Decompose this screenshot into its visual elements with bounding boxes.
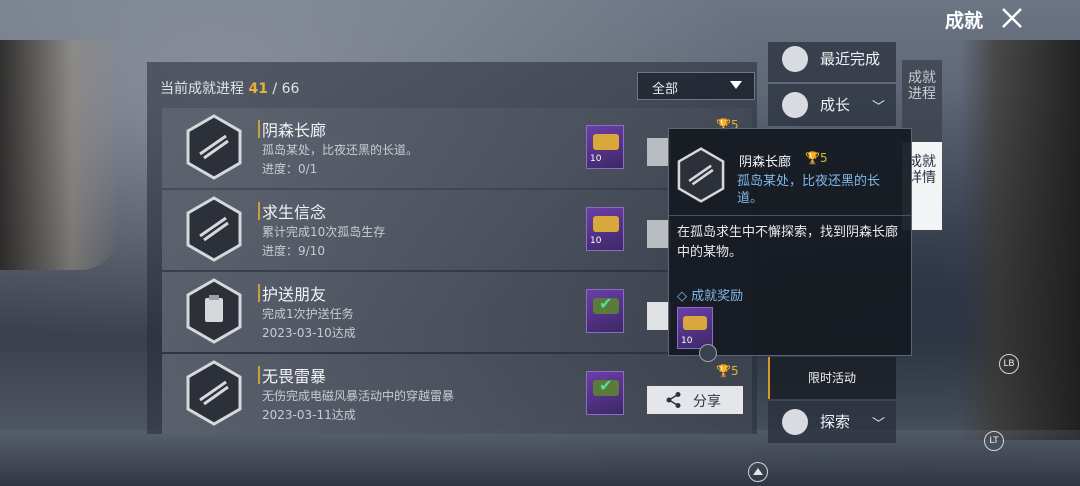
achievement-date: 2023-03-11达成: [262, 408, 356, 422]
lt-button-hint[interactable]: LT: [984, 431, 1004, 451]
trophy-points: 🏆5: [716, 364, 739, 378]
close-icon: [1002, 8, 1022, 28]
achievement-title: 护送朋友: [262, 285, 327, 304]
share-button[interactable]: 分享: [647, 386, 743, 414]
scroll-down-button[interactable]: [699, 344, 717, 362]
chevron-down-icon: ﹀: [872, 417, 886, 432]
achievement-desc: 无伤完成电磁风暴活动中的穿越雷暴: [262, 389, 455, 403]
check-icon: ✔: [599, 294, 613, 313]
category-growth[interactable]: 成长 ﹀: [768, 84, 896, 126]
title-accent: [258, 284, 260, 302]
compass-icon: [782, 409, 808, 435]
achievement-row[interactable]: 无畏雷暴 无伤完成电磁风暴活动中的穿越雷暴 2023-03-11达成 ✔ 🏆5 …: [162, 354, 752, 434]
tooltip-reward-label: ◇ 成就奖励: [677, 289, 744, 304]
achievement-title: 求生信念: [262, 203, 327, 222]
achievement-desc: 孤岛某处，比夜还黑的长道。: [262, 143, 419, 157]
achievement-tooltip: 阴森长廊 🏆5 孤岛某处，比夜还黑的长道。 在孤岛求生中不懈探索，找到阴森长廊中…: [668, 128, 912, 356]
category-explore[interactable]: 探索 ﹀: [768, 401, 896, 443]
tooltip-title: 阴森长廊: [739, 155, 792, 170]
triangle-up-icon: [753, 468, 763, 475]
achievement-row[interactable]: 阴森长廊 孤岛某处，比夜还黑的长道。 进度：0/1 10 🏆5: [162, 108, 752, 188]
achievement-progress-text: 进度：0/1: [262, 162, 318, 176]
achievement-desc: 完成1次护送任务: [262, 307, 354, 321]
reward-item-claimed[interactable]: ✔: [586, 289, 624, 333]
trophy-points: 🏆5: [805, 151, 828, 165]
chest-icon: [593, 134, 619, 150]
close-button[interactable]: [1000, 6, 1024, 30]
category-recent[interactable]: 最近完成: [768, 42, 896, 82]
page-title: 成就: [945, 10, 984, 32]
achievement-desc: 累计完成10次孤岛生存: [262, 225, 386, 239]
lb-button-hint[interactable]: LB: [999, 354, 1019, 374]
rifle-badge-icon: [677, 147, 725, 203]
rifle-badge-icon: [186, 196, 242, 262]
scroll-up-button[interactable]: [748, 462, 768, 482]
title-accent: [258, 366, 260, 384]
reward-item-claimed[interactable]: ✔: [586, 371, 624, 415]
reward-qty: 10: [590, 154, 602, 164]
check-icon: ✔: [599, 376, 613, 395]
chest-icon: [593, 216, 619, 232]
filter-selected: 全部: [652, 82, 679, 97]
chest-icon: [683, 316, 707, 330]
title-accent: [258, 202, 260, 220]
tooltip-subtitle: 孤岛某处，比夜还黑的长道。: [737, 174, 881, 206]
background-ground: [0, 430, 1080, 486]
category-limited-event[interactable]: 限时活动: [768, 357, 896, 399]
reward-item[interactable]: 10: [586, 125, 624, 169]
achievement-title: 无畏雷暴: [262, 367, 327, 386]
background-character-left: [0, 40, 120, 270]
achievement-title: 阴森长廊: [262, 121, 327, 140]
achievement-progress: 当前成就进程 41 / 66: [160, 81, 300, 97]
achievement-row[interactable]: 求生信念 累计完成10次孤岛生存 进度：9/10 10: [162, 190, 752, 270]
clipboard-badge-icon: [186, 278, 242, 344]
achievement-date: 2023-03-10达成: [262, 326, 356, 340]
filter-dropdown[interactable]: 全部: [637, 72, 755, 100]
achievement-row[interactable]: 护送朋友 完成1次护送任务 2023-03-10达成 ✔: [162, 272, 752, 352]
rifle-badge-icon: [186, 114, 242, 180]
reward-qty: 10: [590, 236, 602, 246]
chevron-down-icon: ﹀: [872, 100, 886, 115]
recent-icon: [782, 46, 808, 72]
reward-item[interactable]: 10: [586, 207, 624, 251]
divider: [669, 215, 911, 216]
caret-down-icon: [730, 81, 742, 89]
reward-item[interactable]: 10: [677, 307, 713, 349]
background-character-right: [960, 40, 1080, 440]
share-icon: [666, 392, 681, 408]
person-icon: [782, 92, 808, 118]
tooltip-description: 在孤岛求生中不懈探索，找到阴森长廊中的某物。: [677, 225, 899, 260]
rifle-badge-icon: [186, 360, 242, 426]
title-accent: [258, 120, 260, 138]
achievement-progress-text: 进度：9/10: [262, 244, 325, 258]
